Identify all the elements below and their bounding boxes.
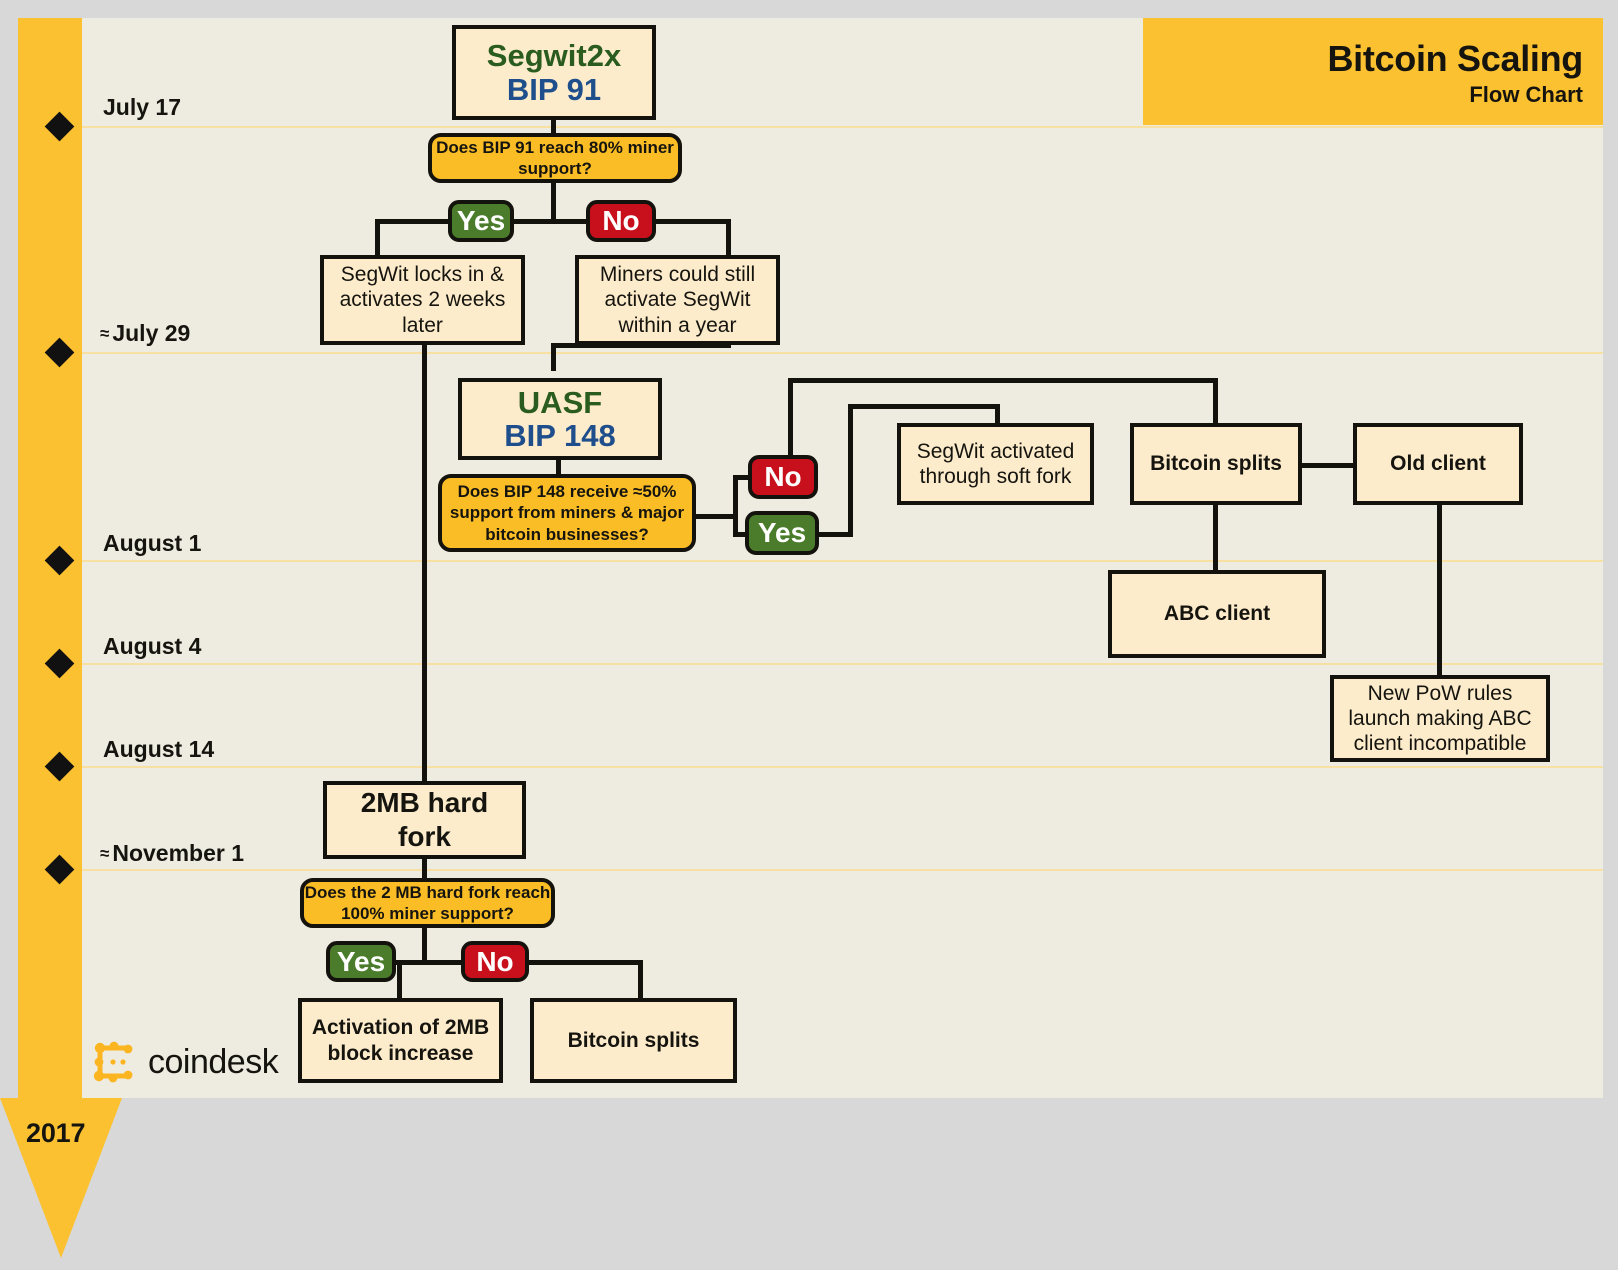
connector xyxy=(816,532,852,537)
connector xyxy=(512,219,592,224)
node-label: SegWit activated through soft fork xyxy=(916,439,1075,488)
node-2mb-hard-fork[interactable]: 2MB hard fork xyxy=(323,781,526,859)
gridline xyxy=(78,560,1603,562)
connector xyxy=(1437,502,1442,677)
node-label: SegWit locks in & activates 2 weeks late… xyxy=(339,263,506,337)
date-text: August 1 xyxy=(103,530,202,556)
node-label: New PoW rules launch making ABC client i… xyxy=(1348,681,1532,756)
node-label: 2MB hard fork xyxy=(360,787,489,852)
timeline-date-july-29: ≈ July 29 xyxy=(100,320,190,347)
decision-bip148-support[interactable]: Does BIP 148 receive ≈50% support from m… xyxy=(438,474,696,552)
infographic-root: Bitcoin Scaling Flow Chart 2017 July 17 … xyxy=(0,0,1618,1270)
badge-no-2mb[interactable]: No xyxy=(461,941,529,982)
timeline-year: 2017 xyxy=(26,1118,86,1148)
connector xyxy=(1213,502,1218,572)
connector xyxy=(525,960,643,965)
node-label-line2: BIP 91 xyxy=(506,71,602,107)
connector xyxy=(375,219,380,259)
header-band: Bitcoin Scaling Flow Chart xyxy=(1143,18,1603,125)
connector xyxy=(551,178,556,222)
node-segwit-locks-in[interactable]: SegWit locks in & activates 2 weeks late… xyxy=(320,255,525,345)
gridline xyxy=(78,126,1603,128)
decision-bip91-support[interactable]: Does BIP 91 reach 80% miner support? xyxy=(428,133,682,183)
date-text: August 14 xyxy=(103,736,215,762)
page-subtitle: Flow Chart xyxy=(1469,82,1583,107)
gridline xyxy=(78,352,1603,354)
node-label-line2: BIP 148 xyxy=(504,418,616,453)
node-bitcoin-splits-bottom[interactable]: Bitcoin splits xyxy=(530,998,737,1083)
connector xyxy=(655,219,731,224)
badge-yes-2mb[interactable]: Yes xyxy=(326,941,396,982)
node-label: Activation of 2MB block increase xyxy=(311,1016,490,1065)
gridline xyxy=(78,869,1603,871)
connector xyxy=(788,378,1218,383)
connector xyxy=(848,404,853,537)
timeline-date-august-1: August 1 xyxy=(100,530,201,557)
coindesk-logo[interactable]: coindesk xyxy=(92,1040,279,1084)
connector xyxy=(848,404,1000,409)
date-text: July 29 xyxy=(112,320,191,346)
node-segwit2x-bip91[interactable]: Segwit2x BIP 91 xyxy=(452,25,656,120)
node-segwit-soft-fork[interactable]: SegWit activated through soft fork xyxy=(897,423,1094,505)
node-label: Bitcoin splits xyxy=(1150,452,1282,476)
node-label: Old client xyxy=(1390,452,1486,476)
node-uasf-bip148[interactable]: UASF BIP 148 xyxy=(458,378,662,460)
chart-canvas xyxy=(78,18,1603,1098)
connector xyxy=(422,857,427,880)
connector xyxy=(733,475,738,537)
connector xyxy=(422,343,427,783)
approx-symbol: ≈ xyxy=(100,844,110,863)
node-label: ABC client xyxy=(1163,602,1271,626)
connector xyxy=(1213,378,1218,426)
node-activation-2mb[interactable]: Activation of 2MB block increase xyxy=(298,998,503,1083)
page-title: Bitcoin Scaling xyxy=(1327,38,1583,79)
node-new-pow-rules[interactable]: New PoW rules launch making ABC client i… xyxy=(1330,675,1550,762)
connector xyxy=(397,960,402,1002)
badge-yes-bip148[interactable]: Yes xyxy=(745,511,819,555)
coindesk-dotted-square-icon xyxy=(93,1041,133,1083)
node-label-line1: UASF xyxy=(517,384,603,420)
badge-yes-bip91[interactable]: Yes xyxy=(448,200,514,242)
date-text: July 17 xyxy=(103,94,181,120)
gridline xyxy=(78,663,1603,665)
connector xyxy=(638,960,643,1002)
timeline-date-november-1: ≈ November 1 xyxy=(100,840,244,867)
timeline-date-august-4: August 4 xyxy=(100,633,201,660)
node-abc-client[interactable]: ABC client xyxy=(1108,570,1326,658)
decision-2mb-support[interactable]: Does the 2 MB hard fork reach 100% miner… xyxy=(300,878,555,928)
node-label: Bitcoin splits xyxy=(567,1028,700,1052)
date-text: August 4 xyxy=(103,633,202,659)
badge-no-bip91[interactable]: No xyxy=(586,200,656,242)
coindesk-wordmark: coindesk xyxy=(148,1042,279,1081)
timeline-date-july-17: July 17 xyxy=(100,94,181,121)
node-label-line1: Segwit2x xyxy=(486,38,622,74)
connector xyxy=(1300,463,1356,468)
date-text: November 1 xyxy=(112,840,245,866)
node-miners-could-activate[interactable]: Miners could still activate SegWit withi… xyxy=(575,255,780,345)
connector xyxy=(693,514,737,519)
node-label: Miners could still activate SegWit withi… xyxy=(599,263,756,337)
connector xyxy=(726,219,731,259)
node-old-client[interactable]: Old client xyxy=(1353,423,1523,505)
badge-no-bip148[interactable]: No xyxy=(748,455,818,499)
connector xyxy=(788,378,793,456)
connector xyxy=(375,219,451,224)
timeline-date-august-14: August 14 xyxy=(100,736,214,763)
connector xyxy=(422,925,427,963)
connector xyxy=(392,960,468,965)
node-bitcoin-splits-top[interactable]: Bitcoin splits xyxy=(1130,423,1302,505)
approx-symbol: ≈ xyxy=(100,324,110,343)
gridline xyxy=(78,766,1603,768)
